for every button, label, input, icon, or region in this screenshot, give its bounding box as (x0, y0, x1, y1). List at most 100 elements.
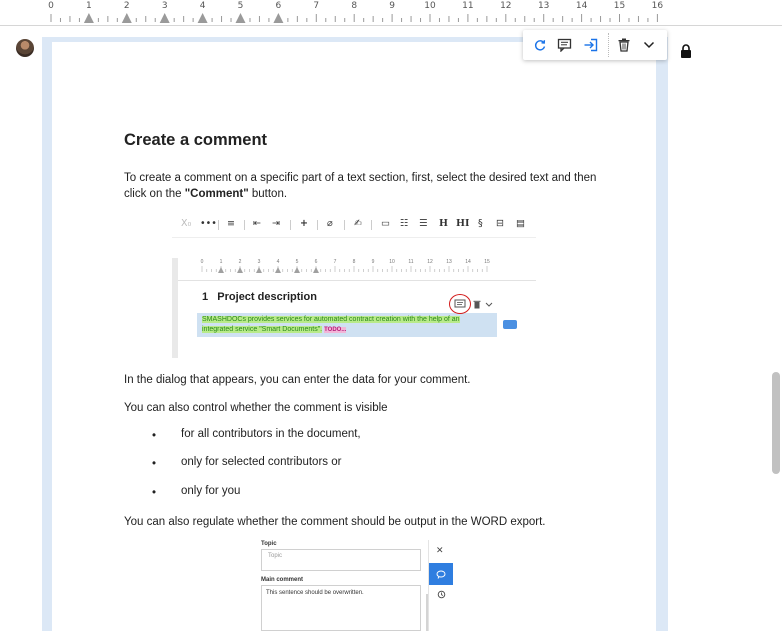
toolbar-separator (244, 220, 245, 230)
add-comment-button[interactable] (555, 36, 573, 54)
screenshot-ruler-number: 12 (427, 259, 433, 265)
ruler-tab-marker (273, 13, 284, 23)
table-of-contents-icon: ⊟ (496, 218, 504, 229)
screenshot-ruler-number: 1 (219, 259, 223, 265)
bullet-marker: • (152, 430, 157, 442)
toolbar-separator (218, 220, 219, 230)
screenshot-ruler-number: 4 (276, 259, 280, 265)
close-icon: ✕ (436, 545, 444, 555)
paragraph-section-icon: § (478, 218, 483, 229)
screenshot-ruler-marker (294, 267, 300, 273)
ruler-number: 8 (351, 1, 358, 11)
align-icon: ≡ (227, 218, 235, 229)
indent-icon: ⇥ (272, 218, 280, 229)
main-comment-label: Main comment (261, 577, 304, 583)
ruler-tab-marker (83, 13, 94, 23)
ruler-tab-marker (121, 13, 132, 23)
topic-field (261, 549, 421, 571)
screenshot-ruler-number: 6 (314, 259, 318, 265)
plus-icon: + (300, 218, 308, 229)
todo-tag: TODO... (324, 327, 347, 333)
subscript-icon: X₀ (181, 218, 192, 229)
avatar[interactable] (16, 39, 34, 57)
ruler-number: 12 (500, 1, 512, 11)
vertical-scrollbar-thumb[interactable] (772, 372, 780, 474)
ruler-tab-marker (197, 13, 208, 23)
screenshot-heading: 1 Project description (202, 291, 317, 303)
bullet-item-2: only for selected contributors or (181, 456, 342, 468)
trash-icon (473, 300, 481, 309)
delete-button[interactable] (615, 36, 633, 54)
intro-line-2-post: button. (248, 188, 288, 200)
ruler-number: 16 (651, 1, 664, 11)
screenshot-ruler-number: 2 (238, 259, 242, 265)
ruler-number: 4 (199, 1, 206, 11)
speech-bubble-icon (436, 570, 446, 579)
numbered-list-icon: ☷ (400, 218, 409, 229)
ruler-number: 5 (237, 1, 244, 11)
chevron-down-icon (485, 302, 493, 307)
comment-marker-badge (503, 320, 517, 329)
comment-keyword: "Comment" (184, 188, 249, 200)
screenshot-ruler-marker (237, 267, 243, 273)
screenshot-ruler: 0 1 2 3 4 5 6 7 8 9 10 11 12 13 14 15 (172, 259, 536, 281)
bullet-item-1: for all contributors in the document, (181, 428, 361, 440)
refresh-button[interactable] (531, 36, 549, 54)
frame-icon: ▭ (381, 218, 390, 229)
screenshot-ruler-number: 5 (295, 259, 299, 265)
screenshot-ruler-number: 14 (465, 259, 471, 265)
chevron-down-icon (643, 41, 655, 49)
horizontal-ruler[interactable]: 0 1 2 3 4 5 6 7 8 9 10 11 12 13 14 15 16 (0, 0, 782, 26)
ruler-number: 3 (161, 1, 168, 11)
refresh-icon (534, 40, 546, 51)
screenshot-body-text: SMASHDOCs provides services for automate… (202, 315, 460, 335)
comment-tab-active (429, 563, 453, 585)
attachment-icon: ⌀ (327, 218, 333, 229)
trash-icon (618, 38, 630, 52)
heading-number: 1 (202, 291, 209, 303)
screenshot-ruler-marker (256, 267, 262, 273)
screenshot-ruler-number: 9 (371, 259, 375, 265)
main-comment-value: This sentence should be overwritten. (266, 590, 364, 596)
ruler-number: 11 (462, 1, 474, 11)
bullet-marker: • (152, 487, 157, 499)
export-button[interactable] (581, 36, 599, 54)
body-line-2: integrated service "Smart Documents". (202, 326, 323, 333)
topic-label: Topic (261, 541, 277, 547)
ruler-number: 13 (537, 1, 550, 11)
ruler-number: 10 (424, 1, 436, 11)
bullet-item-3: only for you (181, 485, 241, 497)
toolbar-separator (317, 220, 318, 230)
ruler-number: 2 (123, 1, 130, 11)
screenshot-ruler-number: 0 (200, 259, 204, 265)
screenshot-ruler-marker (313, 267, 319, 273)
export-line: You can also regulate whether the commen… (124, 516, 546, 528)
heading-icon: H (439, 218, 448, 229)
lock-icon[interactable] (680, 44, 692, 58)
ruler-tab-marker (235, 13, 246, 23)
screenshot-ruler-number: 7 (333, 259, 337, 265)
topic-placeholder: Topic (268, 553, 283, 559)
ruler-number: 9 (389, 1, 395, 11)
dialog-line: In the dialog that appears, you can ente… (124, 374, 471, 386)
toolbar-separator (608, 33, 609, 57)
visibility-line: You can also control whether the comment… (124, 402, 388, 414)
screenshot-ruler-marker (218, 267, 224, 273)
heading-levels-icon: HI (456, 218, 470, 229)
heading-text: Project description (217, 291, 317, 303)
screenshot-ruler-number: 15 (484, 259, 490, 265)
screenshot-ruler-number: 13 (446, 259, 452, 265)
screenshot-toolbar: X₀ ••• ≡ ⇤ ⇥ + ⌀ ✍ ▭ ☷ ☰ H HI § ⊟ ▤ (172, 212, 536, 238)
more-icon: ••• (200, 218, 217, 229)
screenshot-ruler-number: 11 (408, 259, 414, 265)
toolbar-separator (290, 220, 291, 230)
ruler-number: 15 (613, 1, 626, 11)
more-options-button[interactable] (640, 36, 658, 54)
intro-line-2: click on the "Comment" button. (124, 185, 287, 204)
toolbar-separator (371, 220, 372, 230)
bullet-marker: • (152, 458, 157, 470)
ruler-number: 7 (313, 1, 320, 11)
screenshot-margin (172, 258, 178, 358)
section-floating-toolbar (523, 30, 667, 60)
screenshot-ruler-number: 8 (352, 259, 356, 265)
